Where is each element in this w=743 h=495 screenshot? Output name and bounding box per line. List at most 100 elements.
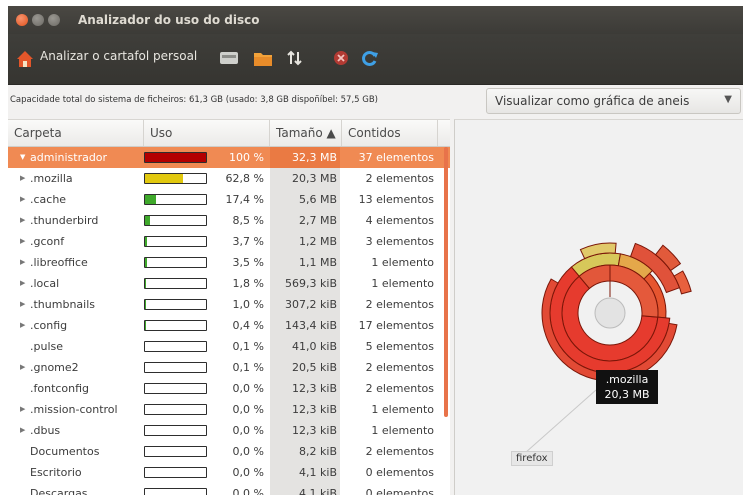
usage-percent: 1,0 % [232,298,264,311]
usage-bar [144,383,207,394]
expander-icon[interactable]: ▶ [20,189,25,210]
column-header-contents[interactable]: Contidos [342,120,438,146]
view-select-value: Visualizar como gráfica de aneis [495,94,690,108]
folder-name: .libreoffice [30,256,88,269]
folder-size: 4,1 kiB [299,487,337,495]
folder-name: .pulse [30,340,64,353]
expander-icon[interactable]: ▼ [20,147,25,168]
expander-icon[interactable]: ▶ [20,315,25,336]
column-header-folder[interactable]: Carpeta [8,120,144,146]
table-row[interactable]: Descargas 0,0 % 4,1 kiB 0 elementos [8,483,450,495]
scan-filesystem-icon[interactable] [219,49,239,67]
table-row[interactable]: .pulse 0,1 % 41,0 kiB 5 elementos [8,336,450,357]
folder-contents: 1 elemento [371,256,434,269]
expander-icon[interactable]: ▶ [20,357,25,378]
folder-size: 143,4 kiB [285,319,337,332]
usage-percent: 1,8 % [232,277,264,290]
tooltip-size: 20,3 MB [604,388,650,401]
expander-icon[interactable]: ▶ [20,210,25,231]
usage-bar-fill [145,300,146,309]
usage-bar [144,362,207,373]
chart-tooltip: .mozilla 20,3 MB [596,370,658,404]
column-header-usage[interactable]: Uso [144,120,270,146]
folder-name: .dbus [30,424,61,437]
folder-contents: 1 elemento [371,277,434,290]
table-row[interactable]: ▶ .mozilla 62,8 % 20,3 MB 2 elementos [8,168,450,189]
title-bar: Analizador do uso do disco [8,6,743,34]
info-bar: Capacidade total do sistema de ficheiros… [8,85,743,117]
folder-name: .thunderbird [30,214,99,227]
table-row[interactable]: Documentos 0,0 % 8,2 kiB 2 elementos [8,441,450,462]
column-header-size[interactable]: Tamaño ▲ [270,120,342,146]
usage-bar [144,194,207,205]
usage-percent: 100 % [229,151,264,164]
home-icon[interactable] [16,50,34,68]
minimize-window-button[interactable] [32,14,44,26]
chart-pane[interactable]: .mozilla 20,3 MB firefox [454,119,743,495]
folder-size: 41,0 kiB [292,340,337,353]
table-row[interactable]: ▶ .config 0,4 % 143,4 kiB 17 elementos [8,315,450,336]
table-row[interactable]: ▶ .local 1,8 % 569,3 kiB 1 elemento [8,273,450,294]
table-row[interactable]: ▶ .dbus 0,0 % 12,3 kiB 1 elemento [8,420,450,441]
usage-percent: 0,0 % [232,424,264,437]
folder-contents: 0 elementos [365,466,434,479]
refresh-icon[interactable] [360,49,380,67]
usage-bar-fill [145,279,147,288]
usage-percent: 0,1 % [232,361,264,374]
table-row[interactable]: .fontconfig 0,0 % 12,3 kiB 2 elementos [8,378,450,399]
usage-bar [144,152,207,163]
expander-icon[interactable]: ▶ [20,294,25,315]
usage-percent: 3,7 % [232,235,264,248]
folder-contents: 37 elementos [358,151,434,164]
maximize-window-button[interactable] [48,14,60,26]
ring-center[interactable] [594,297,626,329]
usage-bar-fill [145,258,148,267]
expander-icon[interactable]: ▶ [20,420,25,441]
scan-folder-icon[interactable] [253,49,273,67]
stop-icon[interactable] [331,49,351,67]
table-row[interactable]: ▶ .cache 17,4 % 5,6 MB 13 elementos [8,189,450,210]
expander-icon[interactable]: ▶ [20,231,25,252]
ring-chart[interactable] [455,120,743,495]
usage-percent: 0,0 % [232,466,264,479]
usage-bar [144,299,207,310]
folder-tree[interactable]: Carpeta Uso Tamaño ▲ Contidos ▼ administr… [8,119,450,495]
folder-contents: 5 elementos [365,340,434,353]
table-row[interactable]: ▶ .libreoffice 3,5 % 1,1 MB 1 elemento [8,252,450,273]
folder-name: .config [30,319,68,332]
table-row[interactable]: ▼ administrador 100 % 32,3 MB 37 elementos [8,147,450,168]
expander-icon[interactable]: ▶ [20,273,25,294]
folder-size: 1,1 MB [298,256,337,269]
usage-bar [144,425,207,436]
table-row[interactable]: ▶ .thunderbird 8,5 % 2,7 MB 4 elementos [8,210,450,231]
expander-icon[interactable]: ▶ [20,252,25,273]
toolbar: Analizar o cartafol persoal [8,34,743,85]
folder-size: 1,2 MB [298,235,337,248]
close-window-button[interactable] [16,14,28,26]
usage-percent: 8,5 % [232,214,264,227]
folder-contents: 4 elementos [365,214,434,227]
table-row[interactable]: ▶ .thumbnails 1,0 % 307,2 kiB 2 elementos [8,294,450,315]
usage-bar-fill [145,237,148,246]
view-select[interactable]: Visualizar como gráfica de aneis ▼ [486,88,741,114]
folder-contents: 2 elementos [365,382,434,395]
table-row[interactable]: Escritorio 0,0 % 4,1 kiB 0 elementos [8,462,450,483]
table-row[interactable]: ▶ .mission-control 0,0 % 12,3 kiB 1 elemento [8,399,450,420]
expander-icon[interactable]: ▶ [20,168,25,189]
scan-remote-icon[interactable] [285,49,305,67]
folder-name: Descargas [30,487,88,495]
expander-icon[interactable]: ▶ [20,399,25,420]
folder-size: 569,3 kiB [285,277,337,290]
folder-contents: 1 elemento [371,424,434,437]
table-row[interactable]: ▶ .gnome2 0,1 % 20,5 kiB 2 elementos [8,357,450,378]
scan-home-button[interactable]: Analizar o cartafol persoal [40,49,197,63]
folder-size: 12,3 kiB [292,382,337,395]
tree-scrollbar[interactable] [444,147,448,417]
tooltip-pointer-line [524,389,597,454]
folder-contents: 17 elementos [358,319,434,332]
usage-bar [144,488,207,495]
capacity-text: Capacidade total do sistema de ficheiros… [10,95,378,105]
app-window: Analizador do uso do disco Analizar o ca… [8,6,743,495]
folder-size: 20,5 kiB [292,361,337,374]
table-row[interactable]: ▶ .gconf 3,7 % 1,2 MB 3 elementos [8,231,450,252]
